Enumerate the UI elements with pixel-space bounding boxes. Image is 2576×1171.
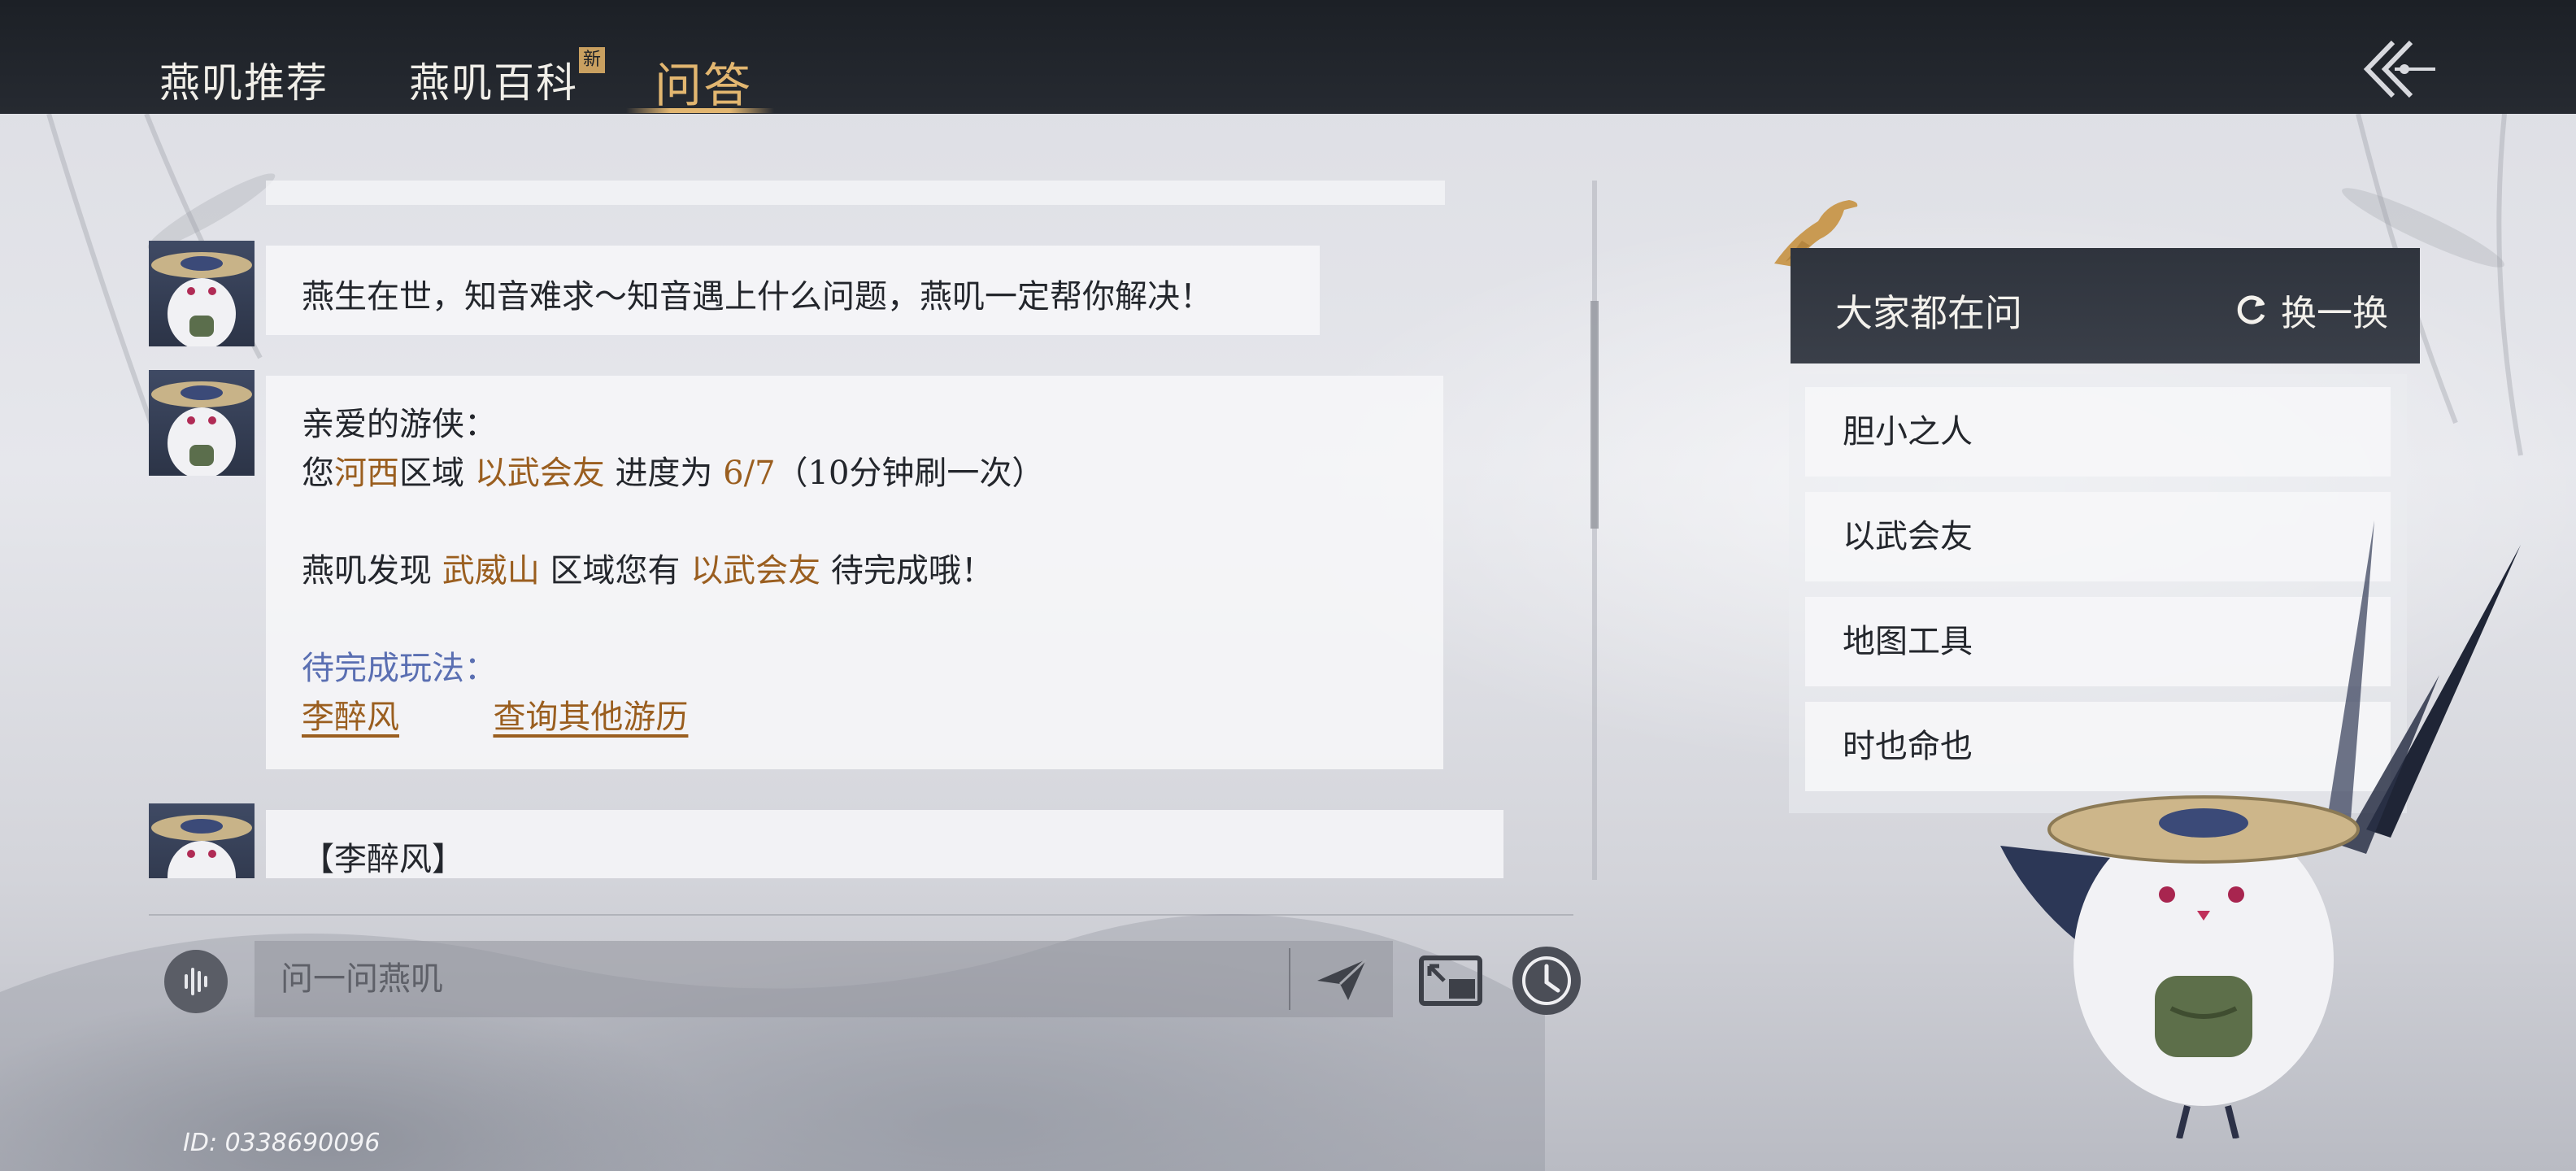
text-segment: 区域您有 [550,552,681,590]
text-segment: 待完成哦！ [830,552,994,590]
progress-value: 6/7 [723,455,776,492]
history-button[interactable] [1512,947,1581,1015]
chat-message-li-zuifeng: 【李醉风】 [266,810,1503,878]
text-segment: 区域 [399,455,464,492]
tab-encyclopedia[interactable]: 燕叽百科 [409,50,578,109]
chat-scrollbar-thumb[interactable] [1590,301,1599,529]
swallow-mascot-illustration [2000,520,2521,1138]
text-segment: 进度为 [615,455,713,492]
pending-label: 待完成玩法： [302,650,497,687]
refresh-button[interactable]: 换一换 [2234,284,2388,336]
paper-plane-icon[interactable] [1301,948,1382,1010]
bot-avatar [149,803,255,878]
chat-message-progress: 亲爱的游侠： 您河西区域 以武会友 进度为 6/7（10分钟刷一次） 燕叽发现 … [266,376,1443,769]
user-id-label: ID: 0338690096 [183,1129,381,1157]
faq-title: 大家都在问 [1835,291,2022,335]
refresh-label: 换一换 [2281,293,2388,334]
active-tab-indicator [626,108,774,113]
progress-line: 您河西区域 以武会友 进度为 6/7（10分钟刷一次） [302,449,1408,498]
input-separator [1289,948,1290,1010]
window-expand-icon[interactable] [1416,951,1485,1010]
bot-avatar [149,241,255,346]
link-query-other-travels[interactable]: 查询其他游历 [493,699,688,736]
discovery-line: 燕叽发现 武威山 区域您有 以武会友 待完成哦！ [302,546,1408,595]
top-nav-bar: 燕叽推荐 燕叽百科 新 问答 [0,0,2576,114]
link-li-zuifeng[interactable]: 李醉风 [302,699,399,736]
text-segment: （10分钟刷一次） [775,455,1045,492]
activity-highlight: 以武会友 [474,455,605,492]
question-input[interactable]: 问一问燕叽 [255,941,1393,1017]
tab-recommend[interactable]: 燕叽推荐 [159,50,329,109]
chat-scrollbar[interactable] [1592,181,1597,880]
chat-message-welcome: 燕生在世，知音难求～知音遇上什么问题，燕叽一定帮你解决！ [266,246,1320,335]
text-segment: 您 [302,455,334,492]
bot-avatar [149,370,255,476]
new-badge: 新 [579,47,605,73]
voice-button[interactable] [164,950,228,1013]
region-highlight: 武威山 [442,552,540,590]
refresh-icon [2237,295,2265,324]
voice-wave-icon [185,968,207,995]
activity-highlight: 以武会友 [690,552,821,590]
bot-avatar-clipped [149,803,255,878]
faq-header: 大家都在问 换一换 [1791,248,2420,363]
tab-qa[interactable]: 问答 [655,47,752,115]
text-segment: 燕叽发现 [302,552,432,590]
double-chevron-left-icon[interactable] [2354,33,2443,106]
greeting-text: 亲爱的游侠： [302,406,497,443]
pending-links: 李醉风 查询其他游历 [302,693,1408,742]
message-text: 【李醉风】 [302,841,464,878]
input-divider [149,914,1573,916]
clock-icon [1522,956,1571,1005]
faq-item[interactable]: 胆小之人 [1805,387,2391,477]
message-text: 燕生在世，知音难求～知音遇上什么问题，燕叽一定帮你解决！ [302,278,1212,316]
region-highlight: 河西 [334,455,399,492]
previous-message-edge [266,181,1445,205]
